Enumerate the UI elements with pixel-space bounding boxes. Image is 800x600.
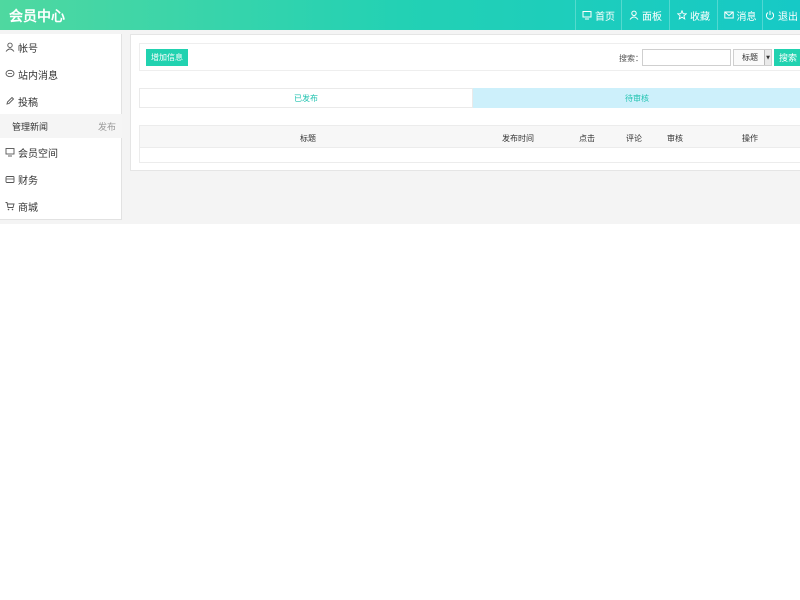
sidebar-item-finance[interactable]: 财务 <box>0 166 122 192</box>
sidebar-item-label: 商城 <box>18 202 38 214</box>
search-field-select[interactable]: 标题 ▼ <box>733 49 772 66</box>
sidebar: 帐号 站内消息 投稿 管理新闻 发布 会员空间 财务 商城 <box>0 34 122 220</box>
sidebar-item-account[interactable]: 帐号 <box>0 34 122 60</box>
select-value: 标题 <box>742 53 758 62</box>
add-info-button[interactable]: 增加信息 <box>146 49 188 66</box>
sidebar-item-submit[interactable]: 投稿 <box>0 88 122 114</box>
nav-favorites-label: 收藏 <box>690 11 710 23</box>
sidebar-item-messages[interactable]: 站内消息 <box>0 61 122 87</box>
top-nav: 首页 面板 收藏 消息 退出 <box>575 0 800 30</box>
sidebar-sub-manage-news[interactable]: 管理新闻 发布 <box>0 114 122 138</box>
nav-favorites[interactable]: 收藏 <box>669 0 717 30</box>
star-icon <box>677 10 687 20</box>
sidebar-item-label: 投稿 <box>18 97 38 109</box>
sidebar-item-label: 财务 <box>18 175 38 187</box>
search-label: 搜索： <box>619 54 643 63</box>
sidebar-item-label: 站内消息 <box>18 70 58 82</box>
monitor-icon <box>5 148 15 157</box>
site-title: 会员中心 <box>9 9 65 25</box>
top-header: 会员中心 首页 面板 收藏 消息 退出 <box>0 0 800 30</box>
sidebar-item-shop[interactable]: 商城 <box>0 193 122 219</box>
chat-icon <box>5 69 15 78</box>
main-panel: 增加信息 搜索： 标题 ▼ 搜索 已发布 待审核 标题 发布时间 点击 评论 审… <box>130 34 800 171</box>
status-tabs: 已发布 待审核 <box>139 88 800 108</box>
tab-pending[interactable]: 待审核 <box>473 88 800 108</box>
cart-icon <box>5 202 15 211</box>
column-header-actions: 操作 <box>742 134 758 143</box>
sidebar-item-label: 会员空间 <box>18 148 58 160</box>
nav-home[interactable]: 首页 <box>575 0 621 30</box>
sidebar-item-label: 帐号 <box>18 43 38 55</box>
column-header-clicks: 点击 <box>579 134 595 143</box>
nav-panel[interactable]: 面板 <box>621 0 669 30</box>
sidebar-item-member-space[interactable]: 会员空间 <box>0 139 122 165</box>
monitor-icon <box>582 11 592 20</box>
user-icon <box>5 42 15 52</box>
nav-messages[interactable]: 消息 <box>717 0 762 30</box>
publish-link[interactable]: 发布 <box>98 120 116 133</box>
nav-panel-label: 面板 <box>642 11 662 23</box>
user-icon <box>629 10 639 20</box>
search-input[interactable] <box>642 49 731 66</box>
pen-icon <box>6 96 15 105</box>
column-header-publish-time: 发布时间 <box>502 134 534 143</box>
column-header-title: 标题 <box>300 134 316 143</box>
sidebar-sub-label: 管理新闻 <box>12 122 49 133</box>
chevron-down-icon: ▼ <box>764 50 771 65</box>
nav-logout[interactable]: 退出 <box>762 0 800 30</box>
nav-messages-label: 消息 <box>736 11 757 23</box>
search-button[interactable]: 搜索 <box>774 49 800 66</box>
tab-published[interactable]: 已发布 <box>139 88 473 108</box>
mail-icon <box>723 11 734 19</box>
news-table: 标题 发布时间 点击 评论 审核 操作 <box>139 125 800 163</box>
toolbar: 增加信息 搜索： 标题 ▼ 搜索 <box>139 43 800 71</box>
nav-home-label: 首页 <box>595 11 615 23</box>
column-header-review: 审核 <box>667 134 683 143</box>
table-header: 标题 发布时间 点击 评论 审核 操作 <box>140 126 800 148</box>
wallet-icon <box>5 176 15 183</box>
nav-logout-label: 退出 <box>778 11 798 23</box>
column-header-comments: 评论 <box>626 134 642 143</box>
table-body <box>140 148 800 162</box>
power-icon <box>765 10 775 20</box>
